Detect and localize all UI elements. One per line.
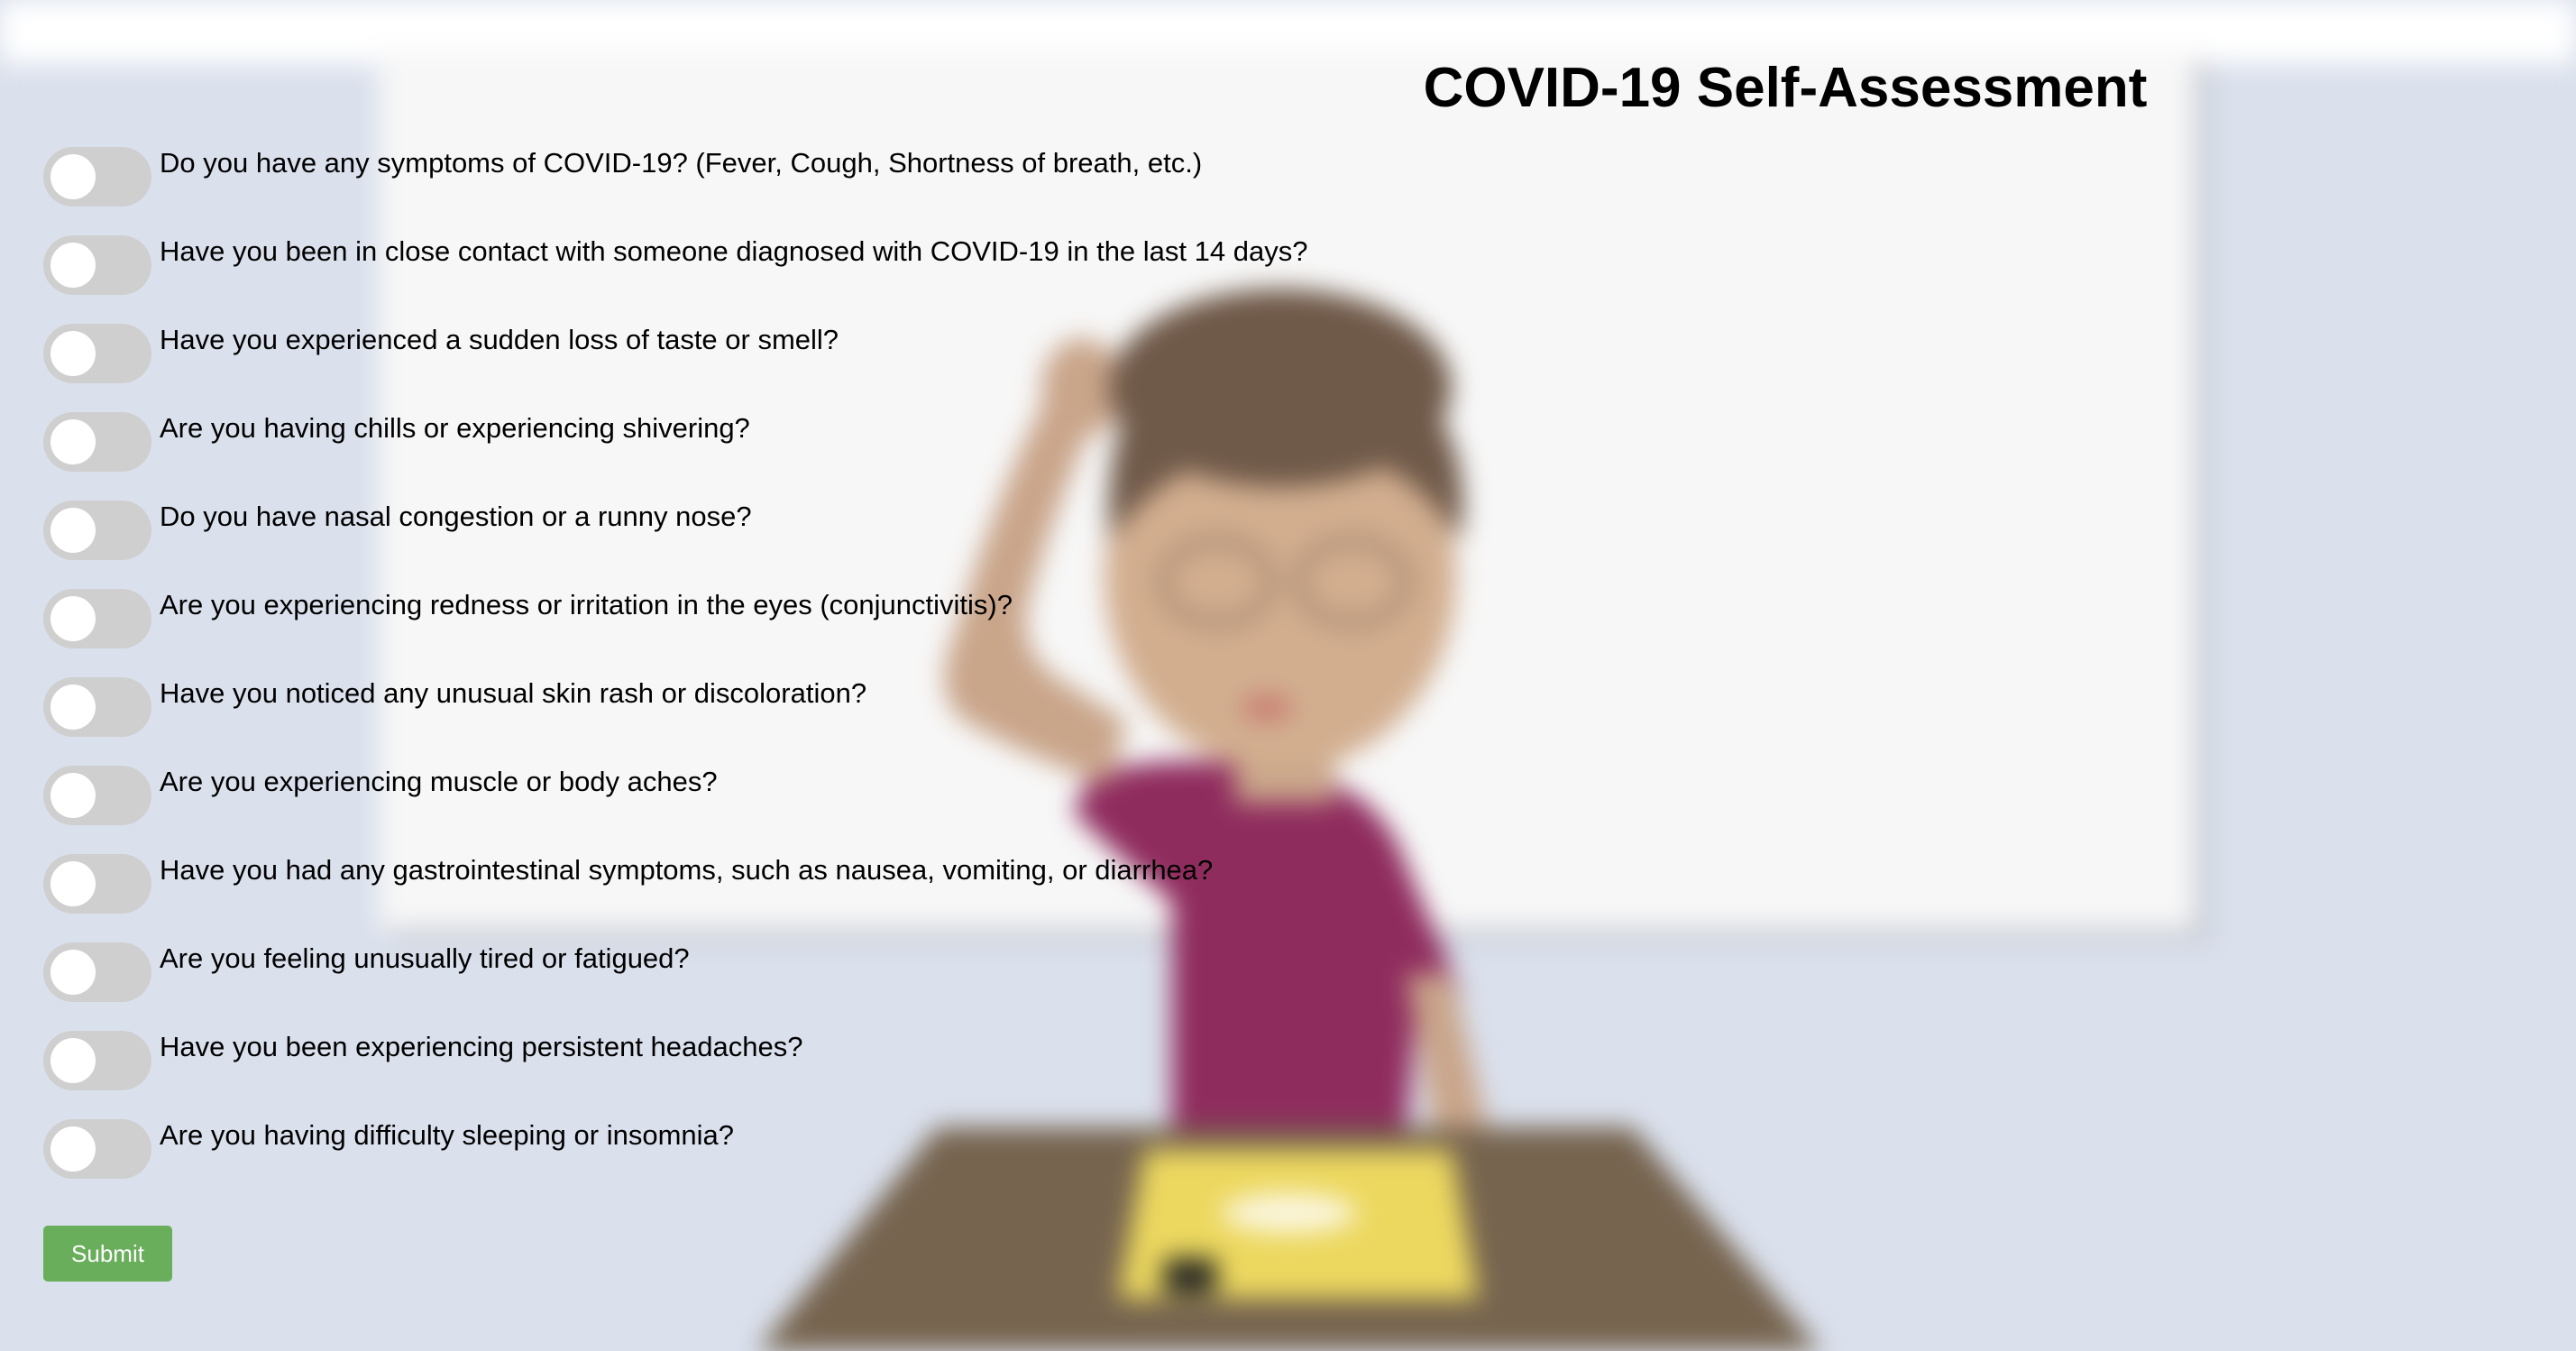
submit-button[interactable]: Submit [43, 1226, 172, 1282]
toggle-knob [50, 243, 96, 288]
question-text: Have you noticed any unusual skin rash o… [160, 677, 867, 709]
question-text: Do you have nasal congestion or a runny … [160, 501, 752, 532]
question-toggle[interactable] [43, 766, 151, 825]
question-toggle[interactable] [43, 677, 151, 737]
question-text: Have you experienced a sudden loss of ta… [160, 324, 839, 355]
toggle-knob [50, 861, 96, 906]
question-text: Have you had any gastrointestinal sympto… [160, 854, 1214, 886]
toggle-knob [50, 419, 96, 464]
toggle-knob [50, 773, 96, 818]
question-toggle[interactable] [43, 501, 151, 560]
toggle-knob [50, 1126, 96, 1172]
question-text: Have you been experiencing persistent he… [160, 1031, 803, 1062]
toggle-knob [50, 596, 96, 641]
question-text: Are you feeling unusually tired or fatig… [160, 942, 690, 974]
question-toggle[interactable] [43, 324, 151, 383]
self-assessment-form: COVID-19 Self-Assessment Do you have any… [0, 0, 2576, 1351]
question-toggle[interactable] [43, 854, 151, 914]
toggle-knob [50, 154, 96, 199]
toggle-knob [50, 1038, 96, 1083]
toggle-knob [50, 331, 96, 376]
question-toggle[interactable] [43, 235, 151, 295]
question-toggle[interactable] [43, 589, 151, 648]
toggle-knob [50, 508, 96, 553]
question-text: Do you have any symptoms of COVID-19? (F… [160, 147, 1203, 179]
question-toggle[interactable] [43, 942, 151, 1002]
question-toggle[interactable] [43, 147, 151, 207]
question-text: Are you having difficulty sleeping or in… [160, 1119, 735, 1151]
toggle-knob [50, 950, 96, 995]
question-text: Are you having chills or experiencing sh… [160, 412, 750, 444]
toggle-knob [50, 685, 96, 730]
question-text: Are you experiencing redness or irritati… [160, 589, 1013, 620]
page-title: COVID-19 Self-Assessment [1423, 57, 2148, 119]
question-toggle[interactable] [43, 1119, 151, 1179]
question-toggle[interactable] [43, 412, 151, 472]
question-text: Are you experiencing muscle or body ache… [160, 766, 718, 797]
question-toggle[interactable] [43, 1031, 151, 1090]
question-text: Have you been in close contact with some… [160, 235, 1308, 267]
